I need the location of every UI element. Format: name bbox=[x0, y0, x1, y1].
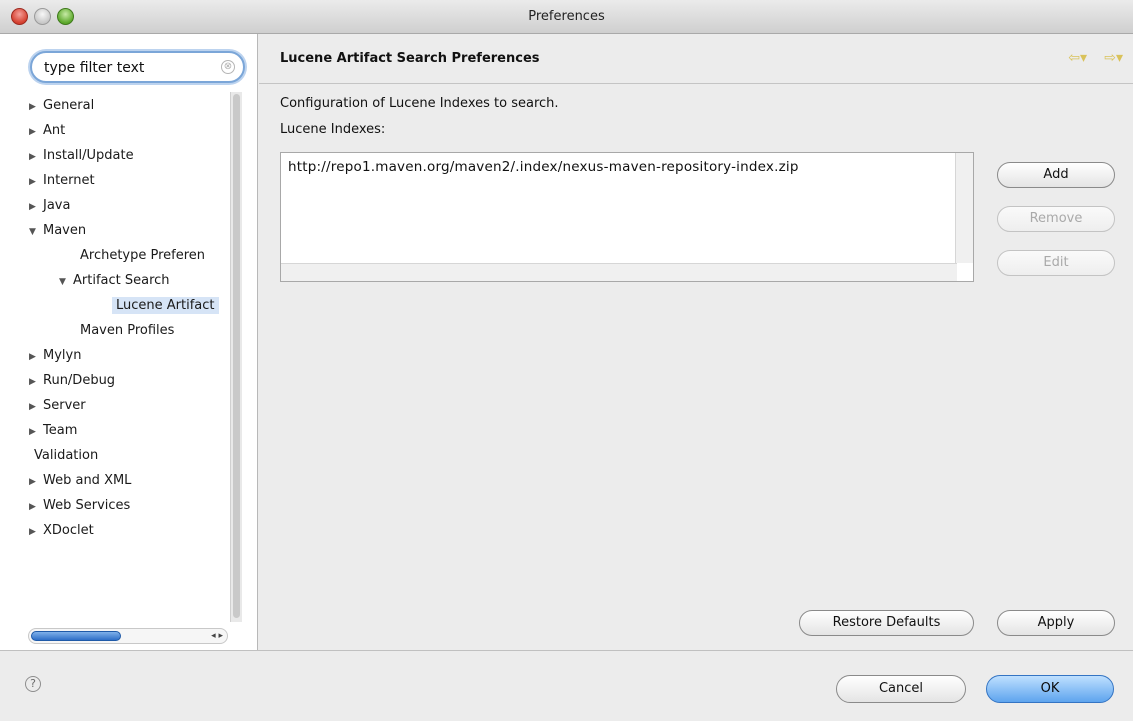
tree-item-label: Archetype Preferen bbox=[80, 248, 206, 263]
tree-item[interactable]: ▶ Ant bbox=[29, 119, 65, 143]
collapsed-arrow-icon[interactable]: ▶ bbox=[29, 120, 43, 144]
apply-button[interactable]: Apply bbox=[997, 610, 1115, 636]
collapsed-arrow-icon[interactable]: ▶ bbox=[29, 470, 43, 494]
expanded-arrow-icon[interactable]: ▼ bbox=[59, 270, 73, 294]
collapsed-arrow-icon[interactable]: ▶ bbox=[29, 145, 43, 169]
tree-item[interactable]: ▶ Team bbox=[29, 419, 77, 443]
tree-item[interactable]: ▶ Web Services bbox=[29, 494, 130, 518]
tree-item-label: General bbox=[43, 98, 95, 113]
tree-item[interactable]: ▶ Install/Update bbox=[29, 144, 134, 168]
preference-tree-pane: ⊗ ▶General▶Ant▶Install/Update▶Internet▶J… bbox=[0, 34, 258, 650]
tree-item[interactable]: Archetype Preferen bbox=[80, 244, 205, 268]
tree-item-label: Artifact Search bbox=[73, 273, 170, 288]
ok-button[interactable]: OK bbox=[986, 675, 1114, 703]
tree-item-label: Lucene Artifact bbox=[112, 297, 219, 314]
tree-vertical-scrollbar[interactable] bbox=[230, 92, 242, 622]
dialog-button-bar: ? Cancel OK bbox=[0, 650, 1133, 721]
page-description: Configuration of Lucene Indexes to searc… bbox=[280, 96, 559, 111]
tree-item-label: Server bbox=[43, 398, 86, 413]
tree-item[interactable]: ▶ Run/Debug bbox=[29, 369, 115, 393]
list-vertical-scrollbar[interactable] bbox=[955, 153, 973, 263]
tree-item-label: Run/Debug bbox=[43, 373, 116, 388]
forward-arrow-icon[interactable]: ⇨▾ bbox=[1104, 50, 1123, 66]
tree-item-label: Internet bbox=[43, 173, 95, 188]
lucene-indexes-list[interactable]: http://repo1.maven.org/maven2/.index/nex… bbox=[280, 152, 974, 282]
cancel-button[interactable]: Cancel bbox=[836, 675, 966, 703]
add-button[interactable]: Add bbox=[997, 162, 1115, 188]
indexes-label: Lucene Indexes: bbox=[280, 122, 386, 137]
tree-item-label: Validation bbox=[34, 448, 99, 463]
preferences-window: Preferences ⊗ ▶General▶Ant▶Install/Updat… bbox=[0, 0, 1133, 721]
scroll-arrows-icon[interactable]: ◂ ▸ bbox=[211, 629, 223, 643]
tree-horizontal-scrollbar[interactable]: ◂ ▸ bbox=[28, 628, 228, 644]
tree-item-label: Install/Update bbox=[43, 148, 134, 163]
collapsed-arrow-icon[interactable]: ▶ bbox=[29, 95, 43, 119]
tree-item-label: Maven Profiles bbox=[80, 323, 175, 338]
tree-item-label: Ant bbox=[43, 123, 66, 138]
title-bar: Preferences bbox=[0, 0, 1133, 34]
tree-item[interactable]: ▶ Mylyn bbox=[29, 344, 81, 368]
filter-field[interactable]: ⊗ bbox=[30, 51, 245, 83]
tree-item[interactable]: ▶ Server bbox=[29, 394, 86, 418]
remove-button[interactable]: Remove bbox=[997, 206, 1115, 232]
collapsed-arrow-icon[interactable]: ▶ bbox=[29, 370, 43, 394]
tree-item[interactable]: ▼ Maven bbox=[29, 219, 86, 243]
tree-item[interactable]: ▼ Artifact Search bbox=[59, 269, 170, 293]
page-title: Lucene Artifact Search Preferences bbox=[280, 51, 540, 66]
list-item[interactable]: http://repo1.maven.org/maven2/.index/nex… bbox=[288, 159, 799, 175]
tree-item-label: Java bbox=[43, 198, 71, 213]
tree-item[interactable]: ▶ Internet bbox=[29, 169, 95, 193]
tree-item-label: Web and XML bbox=[43, 473, 132, 488]
preference-page: Lucene Artifact Search Preferences ⇦▾ ⇨▾… bbox=[259, 34, 1133, 650]
collapsed-arrow-icon[interactable]: ▶ bbox=[29, 395, 43, 419]
window-title: Preferences bbox=[528, 9, 605, 24]
filter-input[interactable] bbox=[44, 58, 214, 78]
tree-item-label: Maven bbox=[43, 223, 87, 238]
tree-vertical-scroll-thumb[interactable] bbox=[233, 94, 240, 618]
tree-item[interactable]: ▶ XDoclet bbox=[29, 519, 94, 543]
collapsed-arrow-icon[interactable]: ▶ bbox=[29, 420, 43, 444]
clear-filter-icon[interactable]: ⊗ bbox=[221, 60, 235, 74]
collapsed-arrow-icon[interactable]: ▶ bbox=[29, 195, 43, 219]
tree-item[interactable]: ▶ Java bbox=[29, 194, 70, 218]
tree-item-label: Mylyn bbox=[43, 348, 82, 363]
help-icon[interactable]: ? bbox=[25, 676, 41, 692]
list-horizontal-scrollbar[interactable] bbox=[281, 263, 957, 281]
tree-item[interactable]: Lucene Artifact bbox=[112, 294, 219, 318]
tree-item-label: XDoclet bbox=[43, 523, 94, 538]
page-header: Lucene Artifact Search Preferences ⇦▾ ⇨▾ bbox=[259, 34, 1133, 84]
collapsed-arrow-icon[interactable]: ▶ bbox=[29, 345, 43, 369]
restore-defaults-button[interactable]: Restore Defaults bbox=[799, 610, 974, 636]
tree-item-label: Team bbox=[43, 423, 78, 438]
preference-tree: ▶ General ▶ Ant ▶ Install/Update ▶ Internet ▶ Jav… bbox=[0, 94, 230, 614]
tree-horizontal-scroll-thumb[interactable] bbox=[31, 631, 121, 641]
tree-item-label: Web Services bbox=[43, 498, 131, 513]
expanded-arrow-icon[interactable]: ▼ bbox=[29, 220, 43, 244]
collapsed-arrow-icon[interactable]: ▶ bbox=[29, 170, 43, 194]
collapsed-arrow-icon[interactable]: ▶ bbox=[29, 520, 43, 544]
tree-item[interactable]: Maven Profiles bbox=[80, 319, 174, 343]
collapsed-arrow-icon[interactable]: ▶ bbox=[29, 495, 43, 519]
tree-item[interactable]: Validation bbox=[34, 444, 98, 468]
tree-item[interactable]: ▶ General bbox=[29, 94, 94, 118]
tree-item[interactable]: ▶ Web and XML bbox=[29, 469, 131, 493]
edit-button[interactable]: Edit bbox=[997, 250, 1115, 276]
back-arrow-icon[interactable]: ⇦▾ bbox=[1068, 50, 1087, 66]
